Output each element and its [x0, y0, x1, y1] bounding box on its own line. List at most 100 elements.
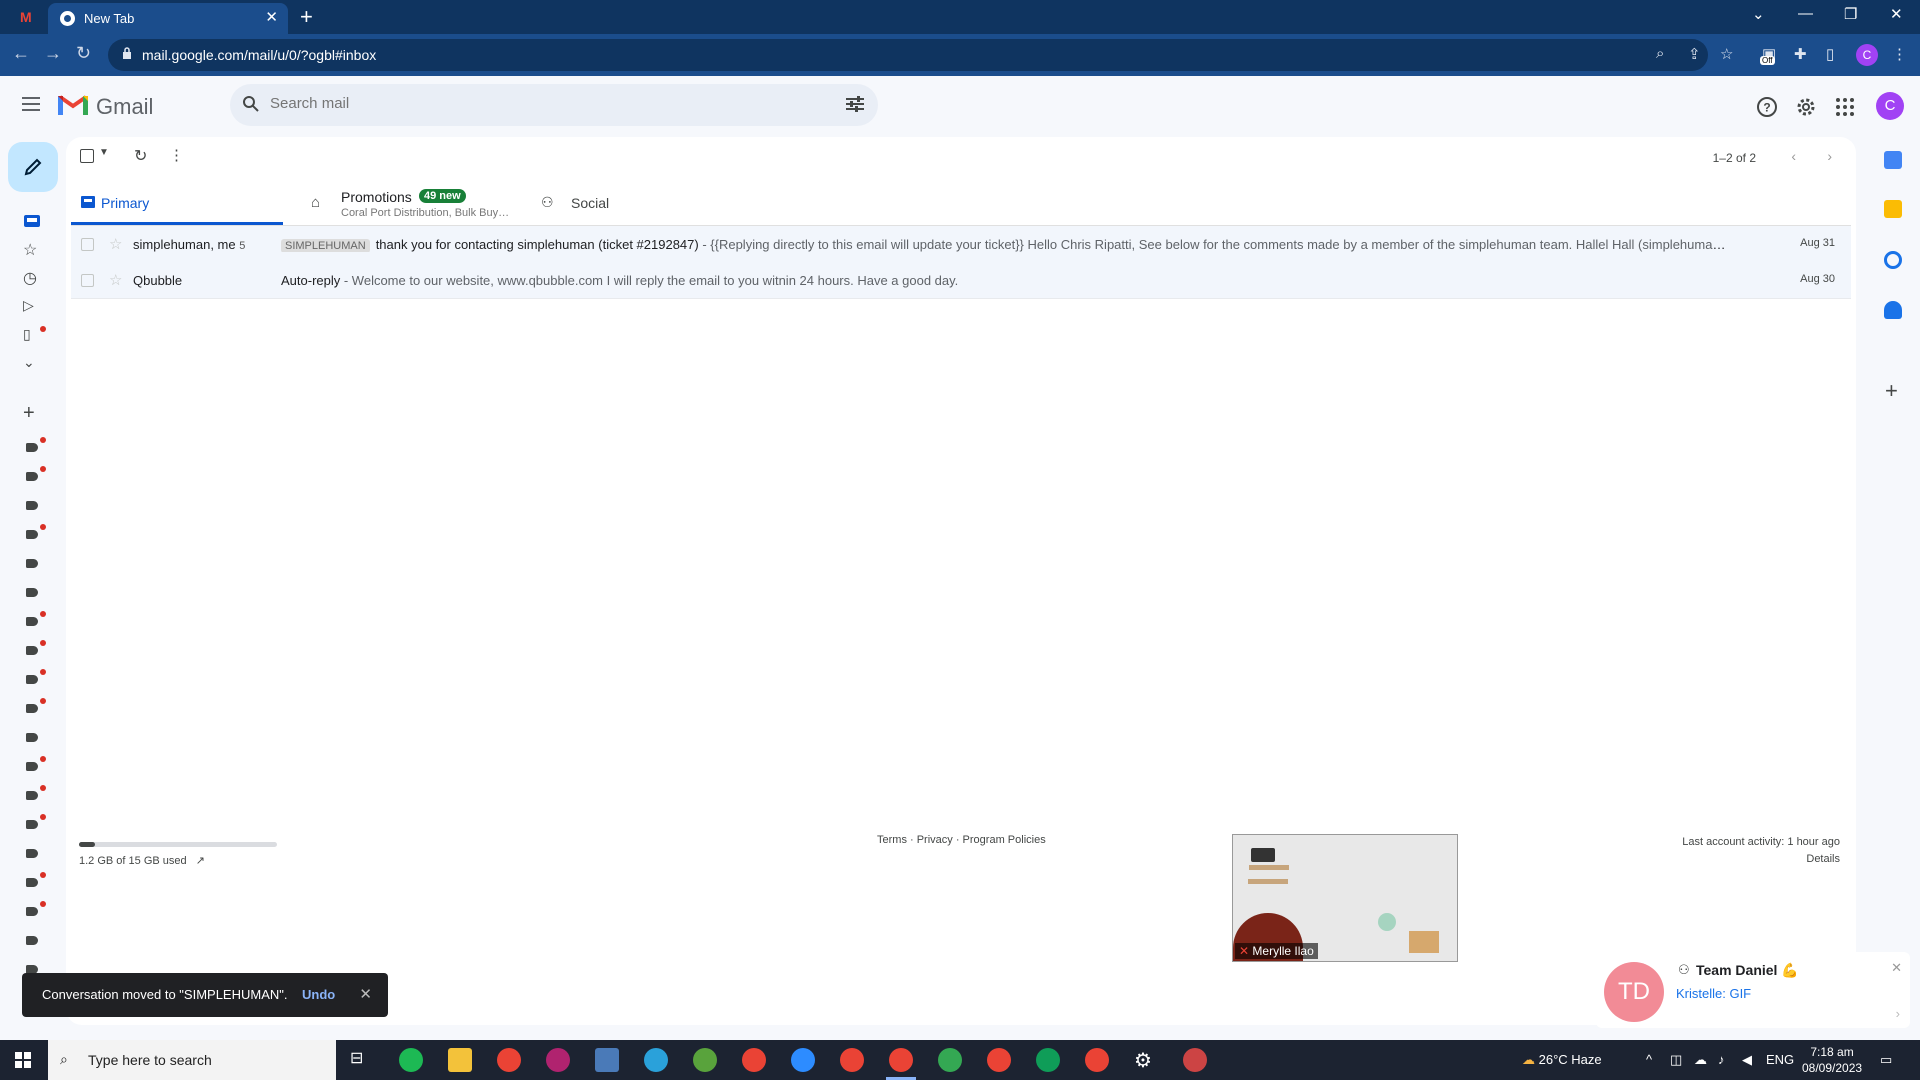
browser-tab[interactable]: New Tab ✕	[48, 3, 288, 34]
label-icon[interactable]	[26, 530, 38, 539]
close-tab-icon[interactable]: ✕	[265, 8, 278, 26]
chrome-profile-icon[interactable]	[1085, 1048, 1109, 1072]
more-options-icon[interactable]: ⋮	[169, 146, 184, 164]
telegram-icon[interactable]	[644, 1048, 668, 1072]
search-icon[interactable]	[242, 95, 260, 113]
compose-button[interactable]	[8, 142, 58, 192]
help-icon[interactable]: ?	[1756, 96, 1778, 118]
side-panel-icon[interactable]: ▯	[1826, 45, 1834, 63]
contacts-icon[interactable]	[1884, 301, 1902, 319]
label-icon[interactable]	[26, 646, 38, 655]
calculator-icon[interactable]	[595, 1048, 619, 1072]
app-icon[interactable]	[1183, 1048, 1207, 1072]
label-icon[interactable]	[26, 878, 38, 887]
weather-text[interactable]: ☁ 26°C Haze	[1522, 1052, 1602, 1068]
main-menu-icon[interactable]	[22, 97, 40, 111]
account-avatar[interactable]: C	[1876, 92, 1904, 120]
language-indicator[interactable]: ENG	[1766, 1052, 1794, 1067]
table-row[interactable]: ☆ simplehuman, me 5 SIMPLEHUMAN thank you…	[71, 226, 1851, 263]
label-icon[interactable]	[26, 762, 38, 771]
microphone-icon[interactable]: ♪	[1718, 1052, 1725, 1067]
utorrent-icon[interactable]	[693, 1048, 717, 1072]
reload-icon[interactable]: ↻	[76, 43, 91, 64]
table-row[interactable]: ☆ Qbubble Auto-reply - Welcome to our we…	[71, 262, 1851, 299]
refresh-icon[interactable]: ↻	[134, 146, 147, 166]
get-addons-icon[interactable]: +	[1885, 378, 1898, 404]
notifications-icon[interactable]: ▭	[1880, 1052, 1892, 1068]
zoom-icon[interactable]	[791, 1048, 815, 1072]
puzzle-icon[interactable]: ✚	[1794, 45, 1807, 63]
apps-grid-icon[interactable]	[1834, 96, 1856, 118]
chevron-right-icon[interactable]: ›	[1896, 1006, 1900, 1021]
label-icon[interactable]	[26, 820, 38, 829]
back-icon[interactable]: ←	[12, 43, 30, 64]
label-icon[interactable]	[26, 443, 38, 452]
tab-promotions[interactable]: ⌂ Promotions 49 new Coral Port Distribut…	[311, 183, 511, 225]
task-view-icon[interactable]: ⊟	[350, 1048, 374, 1072]
sent-icon[interactable]: ▷	[23, 297, 41, 313]
keep-icon[interactable]	[1884, 200, 1902, 218]
label-chip[interactable]: SIMPLEHUMAN	[281, 239, 370, 252]
restore-icon[interactable]: ❐	[1844, 5, 1857, 23]
chrome-profile-icon[interactable]	[840, 1048, 864, 1072]
app-icon[interactable]	[546, 1048, 570, 1072]
close-window-icon[interactable]: ✕	[1890, 5, 1903, 23]
star-icon[interactable]: ☆	[109, 235, 122, 253]
gmail-logo-icon[interactable]	[58, 93, 88, 115]
tab-search-icon[interactable]: ⌄	[1752, 5, 1765, 23]
label-icon[interactable]	[26, 617, 38, 626]
chrome-profile-icon[interactable]	[742, 1048, 766, 1072]
windows-start-icon[interactable]	[15, 1052, 31, 1068]
star-icon[interactable]: ☆	[109, 271, 122, 289]
create-label-icon[interactable]: +	[23, 402, 41, 424]
label-icon[interactable]	[26, 849, 38, 858]
chrome-profile-icon[interactable]	[987, 1048, 1011, 1072]
tray-chevron-icon[interactable]: ^	[1646, 1052, 1652, 1067]
zoom-icon[interactable]: ⌕	[1656, 45, 1664, 62]
label-icon[interactable]	[26, 675, 38, 684]
file-explorer-icon[interactable]	[448, 1048, 472, 1072]
label-icon[interactable]	[26, 791, 38, 800]
search-options-icon[interactable]	[846, 96, 864, 112]
undo-button[interactable]: Undo	[302, 987, 335, 1002]
chrome-profile-icon[interactable]	[889, 1048, 913, 1072]
label-icon[interactable]	[26, 907, 38, 916]
newer-chevron-icon[interactable]: ‹	[1791, 148, 1796, 164]
bookmark-star-icon[interactable]: ☆	[1720, 45, 1733, 63]
footer-links[interactable]: Terms · Privacy · Program Policies	[877, 834, 1046, 846]
chat-notification[interactable]: TD ⚇ Team Daniel 💪 Kristelle: GIF ✕ ›	[1596, 952, 1910, 1028]
snoozed-clock-icon[interactable]: ◷	[23, 268, 41, 287]
settings-gear-icon[interactable]	[1795, 96, 1817, 118]
starred-icon[interactable]: ☆	[23, 240, 41, 259]
onedrive-cloud-icon[interactable]: ☁	[1694, 1052, 1707, 1068]
settings-gear-icon[interactable]: ⚙	[1134, 1048, 1158, 1072]
address-bar[interactable]: mail.google.com/mail/u/0/?ogbl#inbox	[108, 39, 1708, 71]
select-all-checkbox[interactable]	[80, 149, 94, 163]
clock[interactable]: 7:18 am 08/09/2023	[1802, 1044, 1862, 1076]
volume-icon[interactable]: ◀	[1742, 1052, 1752, 1068]
profile-avatar[interactable]: C	[1856, 44, 1878, 66]
label-icon[interactable]	[26, 472, 38, 481]
more-chevron-icon[interactable]: ⌄	[23, 354, 41, 370]
chrome-profile-icon[interactable]	[938, 1048, 962, 1072]
taskbar-search[interactable]: ⌕ Type here to search	[48, 1040, 336, 1080]
details-link[interactable]: Details	[1682, 851, 1840, 868]
label-icon[interactable]	[26, 559, 38, 568]
tasks-icon[interactable]	[1884, 251, 1902, 269]
select-dropdown-icon[interactable]: ▼	[99, 147, 109, 158]
tab-social[interactable]: ⚇ Social	[541, 183, 741, 225]
row-checkbox[interactable]	[81, 274, 94, 287]
browser-menu-icon[interactable]: ⋮	[1892, 45, 1907, 63]
new-tab-button[interactable]: +	[300, 4, 313, 30]
network-icon[interactable]: ◫	[1670, 1052, 1682, 1068]
forward-icon[interactable]: →	[44, 43, 62, 64]
minimize-icon[interactable]: —	[1798, 5, 1813, 22]
label-icon[interactable]	[26, 936, 38, 945]
close-icon[interactable]: ✕	[359, 985, 372, 1003]
older-chevron-icon[interactable]: ›	[1827, 148, 1832, 164]
search-input[interactable]	[268, 94, 792, 113]
open-external-icon[interactable]: ↗	[196, 855, 205, 867]
calendar-icon[interactable]	[1884, 151, 1902, 169]
label-icon[interactable]	[26, 588, 38, 597]
row-checkbox[interactable]	[81, 238, 94, 251]
